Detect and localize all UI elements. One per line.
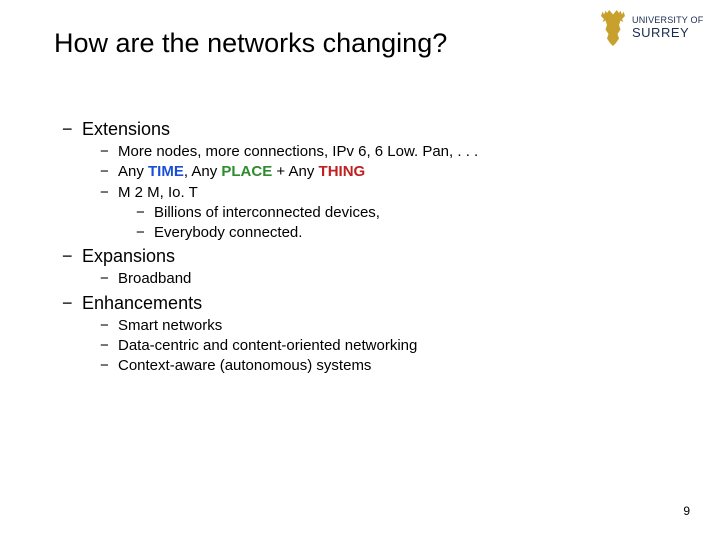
highlight-thing: THING — [319, 163, 366, 180]
slide-content: How are the networks changing? Extension… — [0, 0, 720, 376]
highlight-time: TIME — [148, 163, 184, 180]
ext-sub2: Any TIME, Any PLACE + Any THING — [100, 162, 666, 182]
enhancements-label: Enhancements — [82, 293, 202, 313]
enh-sub1: Smart networks — [100, 316, 666, 336]
university-logo: UNIVERSITY OF SURREY — [598, 6, 708, 50]
ext-sub1: More nodes, more connections, IPv 6, 6 L… — [100, 142, 666, 162]
highlight-place: PLACE — [221, 163, 272, 180]
expansions-label: Expansions — [82, 246, 175, 266]
extensions-label: Extensions — [82, 119, 170, 139]
page-number: 9 — [683, 504, 690, 518]
slide-title: How are the networks changing? — [54, 28, 666, 59]
enh-sub2: Data-centric and content-oriented networ… — [100, 336, 666, 356]
exp-sub1: Broadband — [100, 269, 666, 289]
ext-sub3: M 2 M, Io. T Billions of interconnected … — [100, 183, 666, 244]
ext-sub3-1: Billions of interconnected devices, — [136, 203, 666, 223]
bullet-list: Extensions More nodes, more connections,… — [54, 119, 666, 376]
item-expansions: Expansions Broadband — [62, 246, 666, 289]
stag-icon — [598, 8, 628, 48]
ext-sub3-2: Everybody connected. — [136, 223, 666, 243]
item-extensions: Extensions More nodes, more connections,… — [62, 119, 666, 243]
logo-line2: SURREY — [632, 26, 703, 40]
enh-sub3: Context-aware (autonomous) systems — [100, 356, 666, 376]
item-enhancements: Enhancements Smart networks Data-centric… — [62, 293, 666, 377]
